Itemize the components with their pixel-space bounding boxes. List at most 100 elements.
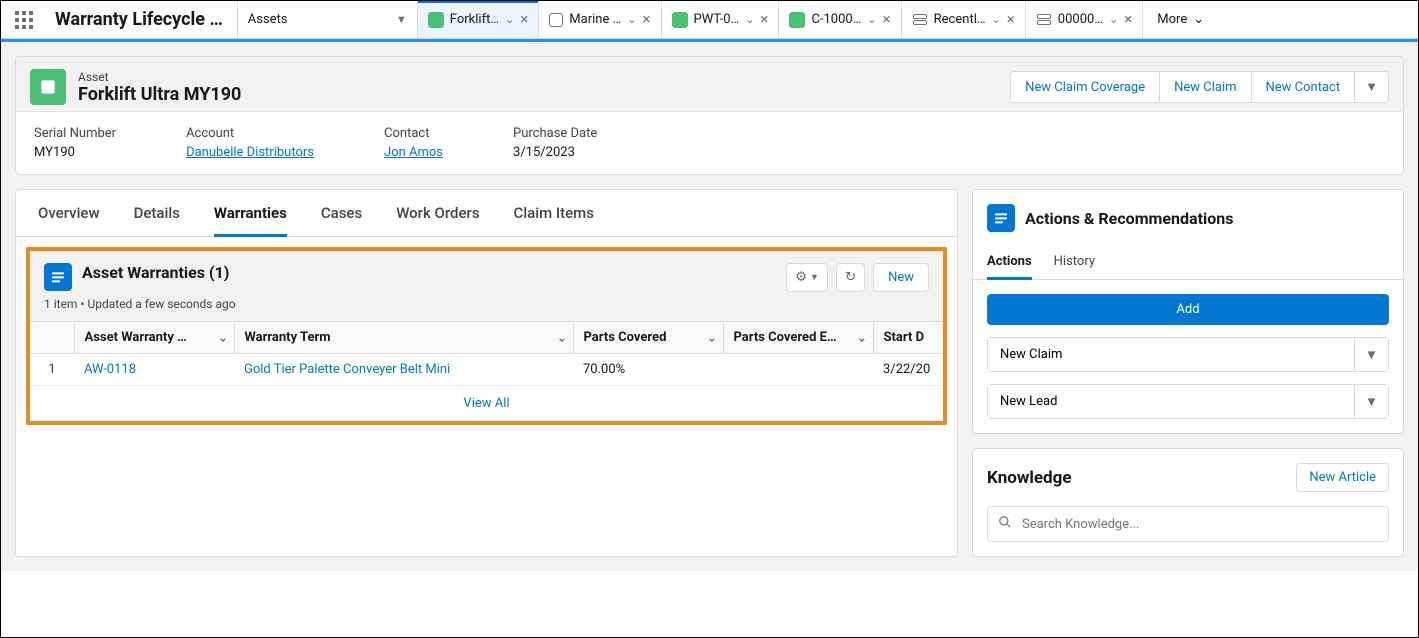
chevron-down-icon[interactable]: ⌄ <box>1109 13 1118 26</box>
knowledge-search-input[interactable] <box>1022 517 1378 532</box>
app-name: Warranty Lifecycle … <box>47 1 238 38</box>
global-nav: Warranty Lifecycle … Assets ▼ Forklift… … <box>1 1 1418 39</box>
close-icon[interactable]: × <box>520 12 528 27</box>
tab-label: Forklift… <box>450 12 499 27</box>
tab-label: 00000… <box>1058 12 1103 27</box>
chevron-down-icon[interactable]: ⌄ <box>505 13 514 26</box>
new-claim-button[interactable]: New Claim <box>1160 71 1251 103</box>
field-label-purchase-date: Purchase Date <box>513 126 597 141</box>
close-icon[interactable]: × <box>883 12 891 27</box>
gear-icon: ⚙ <box>795 270 807 285</box>
cell-rownum: 1 <box>30 354 74 386</box>
col-header-parts-covered-end[interactable]: Parts Covered E…⌄ <box>723 322 873 354</box>
actions-recommendations-panel: Actions & Recommendations Actions Histor… <box>972 189 1404 434</box>
caret-down-icon: ▼ <box>810 272 819 283</box>
side-tab-actions[interactable]: Actions <box>987 246 1032 280</box>
col-header-start-date[interactable]: Start D <box>873 322 943 354</box>
nav-tab-label: Assets <box>248 12 288 27</box>
cell-term[interactable]: Gold Tier Palette Conveyer Belt Mini <box>234 354 573 386</box>
col-header-term[interactable]: Warranty Term⌄ <box>234 322 573 354</box>
col-header-parts-covered[interactable]: Parts Covered⌄ <box>573 322 723 354</box>
knowledge-title: Knowledge <box>987 468 1072 488</box>
actions-panel-icon <box>987 204 1015 232</box>
chevron-down-icon[interactable]: ▼ <box>396 13 407 26</box>
new-article-button[interactable]: New Article <box>1296 463 1389 492</box>
related-list-refresh[interactable]: ↻ <box>836 263 865 292</box>
workspace-tab-recent[interactable]: Recentl… ⌄ × <box>902 1 1026 38</box>
record-action-bar: New Claim Coverage New Claim New Contact… <box>1010 71 1389 103</box>
list-view-icon <box>912 12 928 28</box>
search-icon <box>998 515 1012 533</box>
app-launcher[interactable] <box>1 1 47 38</box>
close-icon[interactable]: × <box>1124 12 1132 27</box>
field-label-account: Account <box>186 126 314 141</box>
chevron-down-icon[interactable]: ⌄ <box>745 13 754 26</box>
new-contact-button[interactable]: New Contact <box>1252 71 1356 103</box>
actions-panel-title: Actions & Recommendations <box>1025 209 1233 228</box>
combo-new-lead-trigger[interactable]: New Lead <box>988 385 1354 418</box>
chevron-down-icon[interactable]: ⌄ <box>992 13 1001 26</box>
asset-record-icon <box>30 69 66 105</box>
cell-parts-covered-end <box>723 354 873 386</box>
related-list-new-button[interactable]: New <box>873 263 929 292</box>
combo-new-claim: New Claim ▼ <box>987 337 1389 372</box>
combo-new-lead-caret[interactable]: ▼ <box>1354 385 1388 418</box>
tab-label: C-1000… <box>811 12 861 27</box>
detail-tabset: Overview Details Warranties Cases Work O… <box>16 190 957 237</box>
combo-new-claim-caret[interactable]: ▼ <box>1354 338 1388 371</box>
tab-warranties[interactable]: Warranties <box>214 204 287 237</box>
workspace-tab-forklift[interactable]: Forklift… ⌄ × <box>418 1 540 38</box>
chevron-down-icon: ⌄ <box>557 331 566 344</box>
knowledge-search[interactable] <box>987 506 1389 542</box>
nav-object-tab-assets[interactable]: Assets ▼ <box>238 1 418 38</box>
table-row: 1 AW-0118 Gold Tier Palette Conveyer Bel… <box>30 354 943 386</box>
waffle-icon <box>15 11 33 29</box>
record-title: Forklift Ultra MY190 <box>78 84 241 105</box>
workspace-tab-pwt[interactable]: PWT-0… ⌄ × <box>662 1 780 38</box>
record-detail-panel: Overview Details Warranties Cases Work O… <box>15 189 958 557</box>
chevron-down-icon[interactable]: ⌄ <box>867 13 876 26</box>
field-value-serial: MY190 <box>34 145 116 160</box>
workspace-tab-00000[interactable]: 00000… ⌄ × <box>1026 1 1143 38</box>
chevron-down-icon: ⌄ <box>218 331 227 344</box>
close-icon[interactable]: × <box>1007 12 1015 27</box>
target-outline-icon <box>549 13 563 27</box>
related-list-meta: 1 item • Updated a few seconds ago <box>44 297 236 311</box>
asset-record-icon <box>428 12 444 28</box>
combo-new-claim-trigger[interactable]: New Claim <box>988 338 1354 371</box>
field-value-contact[interactable]: Jon Amos <box>384 145 443 160</box>
nav-more-tabs[interactable]: More ⌄ <box>1143 1 1218 38</box>
related-list-title[interactable]: Asset Warranties (1) <box>82 263 229 282</box>
list-view-icon <box>1036 12 1052 28</box>
related-list-settings[interactable]: ⚙▼ <box>786 263 828 292</box>
chevron-down-icon[interactable]: ⌄ <box>627 13 636 26</box>
workspace-tab-c1000[interactable]: C-1000… ⌄ × <box>779 1 901 38</box>
close-icon[interactable]: × <box>760 12 768 27</box>
tab-label: Recentl… <box>934 12 986 27</box>
cell-parts-covered: 70.00% <box>573 354 723 386</box>
close-icon[interactable]: × <box>642 12 650 27</box>
tab-overview[interactable]: Overview <box>38 204 100 236</box>
workspace-tab-marine[interactable]: Marine … ⌄ × <box>539 1 661 38</box>
new-claim-coverage-button[interactable]: New Claim Coverage <box>1010 71 1160 103</box>
view-all-link[interactable]: View All <box>30 386 943 421</box>
asset-warranties-table: Asset Warranty …⌄ Warranty Term⌄ Parts C… <box>30 321 943 386</box>
record-actions-overflow[interactable]: ▼ <box>1355 71 1389 103</box>
field-label-serial: Serial Number <box>34 126 116 141</box>
col-header-awn[interactable]: Asset Warranty …⌄ <box>74 322 234 354</box>
field-value-purchase-date: 3/15/2023 <box>513 145 597 160</box>
field-value-account[interactable]: Danubelle Distributors <box>186 145 314 160</box>
chevron-down-icon: ⌄ <box>857 331 866 344</box>
chevron-down-icon: ⌄ <box>707 331 716 344</box>
side-tab-history[interactable]: History <box>1054 246 1095 279</box>
chevron-down-icon: ⌄ <box>1193 12 1204 27</box>
field-label-contact: Contact <box>384 126 443 141</box>
tab-work-orders[interactable]: Work Orders <box>396 204 479 236</box>
tab-claim-items[interactable]: Claim Items <box>514 204 594 236</box>
add-action-button[interactable]: Add <box>987 294 1389 325</box>
tab-details[interactable]: Details <box>134 204 180 236</box>
asset-record-icon <box>672 12 688 28</box>
knowledge-panel: Knowledge New Article <box>972 448 1404 557</box>
tab-cases[interactable]: Cases <box>321 204 362 236</box>
cell-awn[interactable]: AW-0118 <box>74 354 234 386</box>
